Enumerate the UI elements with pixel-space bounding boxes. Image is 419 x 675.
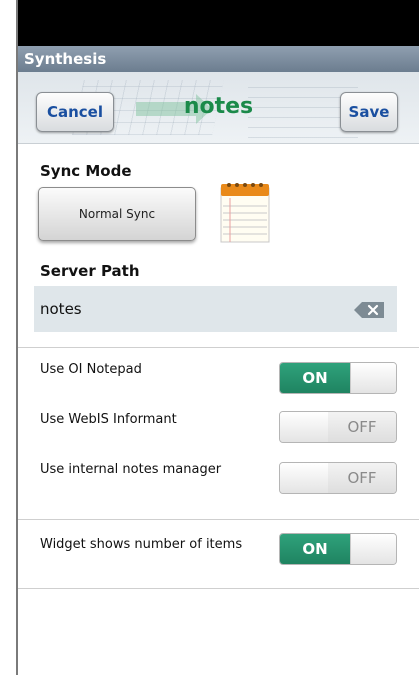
use-internal-notes-manager-label: Use internal notes manager xyxy=(40,462,222,477)
header: notes Cancel Save xyxy=(18,72,419,144)
toggle-knob xyxy=(350,534,396,564)
divider xyxy=(18,588,419,589)
server-path-label: Server Path xyxy=(40,262,140,280)
divider xyxy=(18,347,419,348)
clear-text-icon[interactable] xyxy=(354,302,384,318)
cancel-button[interactable]: Cancel xyxy=(36,92,114,132)
toggle-on-text: ON xyxy=(280,363,350,393)
toggle-off-text: OFF xyxy=(328,412,396,442)
sync-mode-button[interactable]: Normal Sync xyxy=(38,187,196,241)
widget-shows-number-label: Widget shows number of items xyxy=(40,537,243,552)
server-path-input[interactable]: notes xyxy=(34,286,397,332)
use-webis-informant-toggle[interactable]: OFF xyxy=(279,411,397,443)
status-bar xyxy=(18,0,419,46)
notepad-icon xyxy=(218,180,272,244)
app-title-bar: Synthesis xyxy=(18,46,419,72)
toggle-off-text: OFF xyxy=(328,463,396,493)
sync-mode-label: Sync Mode xyxy=(40,162,132,180)
toggle-knob xyxy=(350,363,396,393)
server-path-value: notes xyxy=(40,300,82,318)
toggle-on-text: ON xyxy=(280,534,350,564)
use-internal-notes-manager-toggle[interactable]: OFF xyxy=(279,462,397,494)
save-button[interactable]: Save xyxy=(340,92,398,132)
use-oi-notepad-toggle[interactable]: ON xyxy=(279,362,397,394)
toggle-knob xyxy=(280,463,329,493)
toggle-knob xyxy=(280,412,329,442)
use-webis-informant-label: Use WebIS Informant xyxy=(40,412,177,427)
app-title: Synthesis xyxy=(24,50,107,68)
widget-shows-number-toggle[interactable]: ON xyxy=(279,533,397,565)
use-oi-notepad-label: Use OI Notepad xyxy=(40,362,142,377)
divider xyxy=(18,519,419,520)
